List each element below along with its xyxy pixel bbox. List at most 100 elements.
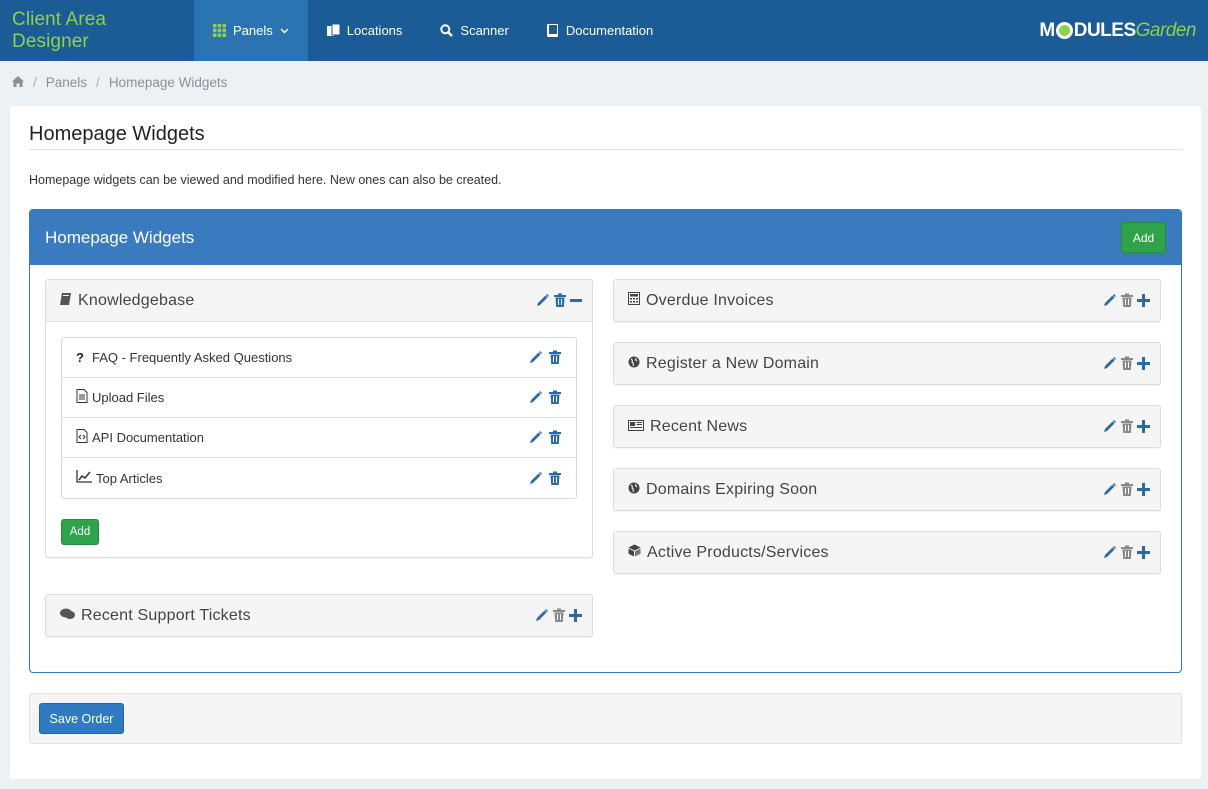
list-item[interactable]: API Documentation — [62, 418, 576, 458]
search-icon — [440, 24, 454, 37]
modulesgarden-logo: M DULES Garden — [1039, 19, 1196, 41]
add-widget-button[interactable]: Add — [1121, 222, 1166, 253]
nav-scanner-label: Scanner — [460, 23, 509, 38]
breadcrumb-separator: / — [96, 75, 100, 90]
delete-icon[interactable] — [1120, 419, 1134, 434]
widget-title: Overdue Invoices — [646, 291, 774, 309]
widget-body: ? FAQ - Frequently Asked Questions Uploa… — [46, 321, 592, 560]
widget-title: Knowledgebase — [78, 291, 195, 309]
widget-header[interactable]: Overdue Invoices — [614, 280, 1160, 321]
app-brand[interactable]: Client Area Designer — [0, 0, 194, 61]
widget-domains-expiring-soon: Domains Expiring Soon — [613, 468, 1161, 511]
widgets-panel-header: Homepage Widgets Add — [30, 210, 1181, 265]
newspaper-icon — [628, 418, 644, 436]
item-label: Top Articles — [96, 470, 163, 486]
collapse-icon[interactable] — [570, 293, 582, 308]
grid-icon — [213, 24, 226, 37]
widget-knowledgebase: Knowledgebase ? FAQ - Frequently Asked Q… — [45, 279, 593, 558]
expand-icon[interactable] — [569, 608, 582, 623]
nav-scanner[interactable]: Scanner — [421, 0, 527, 61]
save-order-button[interactable]: Save Order — [39, 703, 124, 734]
delete-icon[interactable] — [1120, 545, 1134, 560]
book-icon — [60, 292, 72, 310]
top-navbar: Client Area Designer Panels Locations Sc… — [0, 0, 1208, 61]
edit-icon[interactable] — [1102, 545, 1117, 560]
expand-icon[interactable] — [1137, 293, 1150, 308]
globe-icon — [628, 481, 640, 499]
delete-icon[interactable] — [548, 390, 562, 405]
file-icon — [76, 389, 88, 406]
line-chart-icon — [76, 470, 92, 486]
list-item[interactable]: Top Articles — [62, 458, 576, 498]
delete-icon[interactable] — [1120, 356, 1134, 371]
widget-header[interactable]: Active Products/Services — [614, 532, 1160, 573]
nav-locations-label: Locations — [346, 23, 403, 38]
calculator-icon — [628, 291, 640, 310]
nav-documentation[interactable]: Documentation — [528, 0, 672, 61]
edit-icon[interactable] — [528, 350, 543, 365]
book-icon — [546, 24, 559, 37]
widget-title: Active Products/Services — [647, 543, 829, 561]
delete-icon[interactable] — [552, 608, 566, 623]
widget-recent-news: Recent News — [613, 405, 1161, 448]
widget-header[interactable]: Knowledgebase — [46, 280, 592, 321]
expand-icon[interactable] — [1137, 545, 1150, 560]
widget-title: Domains Expiring Soon — [646, 480, 818, 498]
globe-icon — [628, 355, 640, 373]
breadcrumb-panels[interactable]: Panels — [46, 75, 87, 90]
item-label: API Documentation — [92, 430, 205, 445]
delete-icon[interactable] — [1120, 293, 1134, 308]
form-footer: Save Order — [29, 693, 1182, 744]
delete-icon[interactable] — [553, 293, 567, 308]
page-description: Homepage widgets can be viewed and modif… — [29, 173, 502, 187]
comments-icon — [60, 607, 75, 625]
widget-title: Register a New Domain — [646, 354, 820, 372]
edit-icon[interactable] — [1102, 419, 1117, 434]
widget-header[interactable]: Domains Expiring Soon — [614, 469, 1160, 510]
edit-icon[interactable] — [1102, 482, 1117, 497]
edit-icon[interactable] — [534, 608, 549, 623]
expand-icon[interactable] — [1137, 482, 1150, 497]
item-label: FAQ - Frequently Asked Questions — [92, 350, 293, 365]
cube-icon — [628, 544, 641, 562]
widget-item-list: ? FAQ - Frequently Asked Questions Uploa… — [61, 337, 577, 499]
add-item-button[interactable]: Add — [61, 519, 99, 545]
delete-icon[interactable] — [548, 430, 562, 445]
edit-icon[interactable] — [528, 430, 543, 445]
nav-panels[interactable]: Panels — [194, 0, 308, 61]
title-divider — [29, 149, 1182, 150]
widget-overdue-invoices: Overdue Invoices — [613, 279, 1161, 322]
delete-icon[interactable] — [548, 471, 562, 486]
list-item[interactable]: ? FAQ - Frequently Asked Questions — [62, 338, 576, 378]
item-label: Upload Files — [92, 390, 165, 405]
nav-documentation-label: Documentation — [565, 23, 654, 38]
page-title: Homepage Widgets — [29, 123, 205, 145]
expand-icon[interactable] — [1137, 419, 1150, 434]
expand-icon[interactable] — [1137, 356, 1150, 371]
widget-header[interactable]: Recent Support Tickets — [46, 595, 592, 636]
breadcrumb-separator: / — [33, 75, 37, 90]
edit-icon[interactable] — [1102, 293, 1117, 308]
widgets-panel-title: Homepage Widgets — [45, 227, 195, 247]
widget-header[interactable]: Register a New Domain — [614, 343, 1160, 384]
edit-icon[interactable] — [528, 390, 543, 405]
chevron-down-icon — [280, 27, 289, 34]
question-icon: ? — [76, 350, 84, 365]
nav-locations[interactable]: Locations — [308, 0, 422, 61]
widgets-panel: Homepage Widgets Add Knowledgebase ? FAQ… — [29, 209, 1182, 673]
edit-icon[interactable] — [528, 471, 543, 486]
widget-active-products-services: Active Products/Services — [613, 531, 1161, 574]
delete-icon[interactable] — [548, 350, 562, 365]
widget-title: Recent Support Tickets — [81, 606, 251, 624]
edit-icon[interactable] — [535, 293, 550, 308]
code-file-icon — [76, 429, 88, 446]
main-card: Homepage Widgets Homepage widgets can be… — [10, 106, 1201, 779]
list-item[interactable]: Upload Files — [62, 378, 576, 418]
nav-panels-label: Panels — [233, 23, 273, 38]
widget-header[interactable]: Recent News — [614, 406, 1160, 447]
delete-icon[interactable] — [1120, 482, 1134, 497]
files-icon — [326, 24, 340, 37]
home-icon[interactable] — [12, 75, 24, 90]
widget-register-new-domain: Register a New Domain — [613, 342, 1161, 385]
edit-icon[interactable] — [1102, 356, 1117, 371]
